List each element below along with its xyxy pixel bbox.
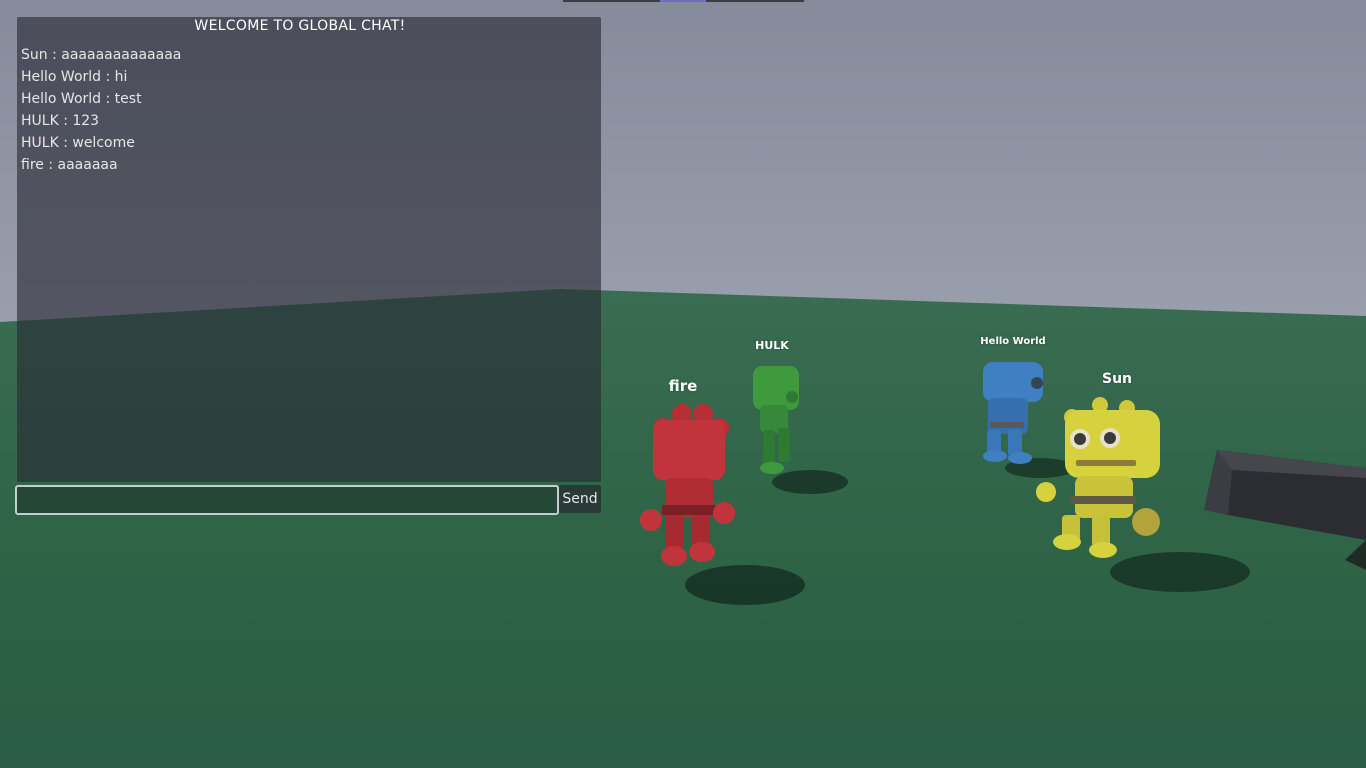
game-viewport[interactable]: fire HULK Hello World Sun WELCOME TO GLO… — [0, 0, 1366, 768]
chat-message: Hello World : hi — [21, 69, 128, 85]
shadow — [685, 565, 805, 605]
chat-message-list[interactable]: Sun : aaaaaaaaaaaaaa Hello World : hi He… — [21, 44, 581, 176]
chat-message: Sun : aaaaaaaaaaaaaa — [21, 47, 182, 63]
nametag-sun: Sun — [1101, 371, 1133, 387]
chat-title: WELCOME TO GLOBAL CHAT! — [194, 18, 406, 34]
chat-message: fire : aaaaaaa — [21, 157, 118, 173]
chat-panel: WELCOME TO GLOBAL CHAT! Sun : aaaaaaaaaa… — [17, 17, 601, 482]
send-button[interactable]: Send — [559, 485, 601, 513]
chat-message: HULK : 123 — [21, 113, 100, 129]
nametag-fire: fire — [668, 377, 698, 395]
chat-input[interactable] — [15, 485, 559, 515]
shadow — [1110, 552, 1250, 592]
chat-message: Hello World : test — [21, 91, 142, 107]
chat-message: HULK : welcome — [21, 135, 135, 151]
nametag-hello-world: Hello World — [980, 336, 1046, 347]
shadow — [772, 470, 848, 494]
nametag-hulk: HULK — [755, 339, 789, 352]
top-progress-accent — [660, 0, 706, 2]
